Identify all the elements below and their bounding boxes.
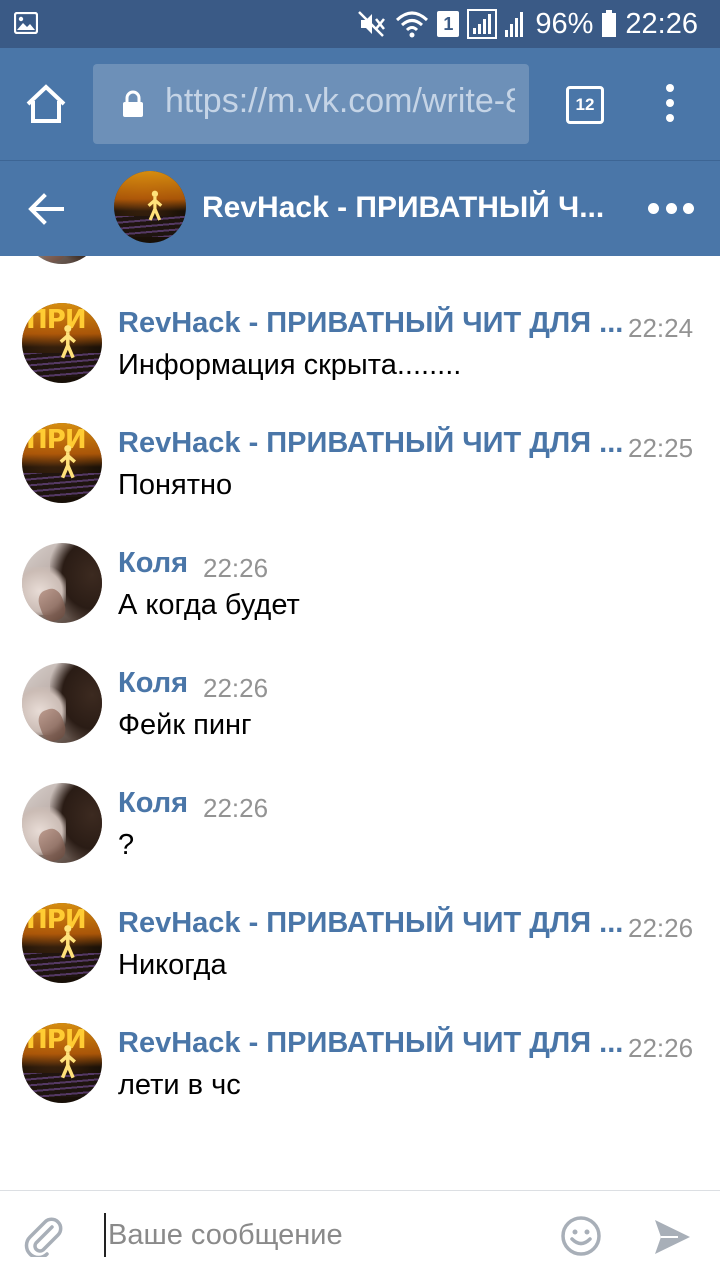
message-author[interactable]: RevHack - ПРИВАТНЫЙ ЧИТ ДЛЯ ...: [118, 427, 623, 460]
status-icons: 1 96% 22:26: [357, 0, 698, 48]
back-arrow-icon[interactable]: [26, 189, 66, 229]
message-item[interactable]: ПРИ RevHack - ПРИВАТНЫЙ ЧИТ ДЛЯ ... 22:25 П…: [0, 423, 720, 533]
sim-icon: 1: [437, 11, 460, 37]
paperclip-icon[interactable]: [22, 1215, 64, 1257]
gallery-icon: [14, 12, 38, 34]
home-icon[interactable]: [24, 82, 68, 126]
message-author[interactable]: Коля: [118, 547, 188, 580]
message-time: 22:26: [628, 1033, 694, 1063]
url-text[interactable]: https://m.vk.com/write-8: [165, 82, 515, 121]
avatar[interactable]: [22, 256, 102, 264]
message-time: 22:24: [628, 313, 694, 343]
signal-icon: [467, 9, 498, 39]
tabs-button[interactable]: 12: [566, 86, 604, 124]
message-item[interactable]: ПРИ RevHack - ПРИВАТНЫЙ ЧИТ ДЛЯ ... 22:24 И…: [0, 303, 720, 413]
emoji-icon[interactable]: [560, 1215, 602, 1257]
message-text: А когда будет: [118, 589, 300, 621]
message-text: Никогда: [118, 949, 227, 981]
battery-percent: 96%: [535, 7, 594, 40]
message-item[interactable]: ПРИ RevHack - ПРИВАТНЫЙ ЧИТ ДЛЯ ... 22:26 Н…: [0, 903, 720, 1013]
overflow-menu-icon[interactable]: [660, 84, 680, 128]
message-item[interactable]: Коля 22:26 А когда будет: [0, 543, 720, 653]
lock-icon: [123, 90, 143, 117]
message-author[interactable]: RevHack - ПРИВАТНЫЙ ЧИТ ДЛЯ ...: [118, 307, 623, 340]
message-time: 22:26: [203, 793, 269, 823]
mute-icon: [358, 11, 386, 37]
status-time: 22:26: [625, 7, 698, 40]
message-text: Информация скрыта........: [118, 349, 462, 381]
avatar[interactable]: ПРИ: [22, 1023, 102, 1103]
avatar[interactable]: [22, 543, 102, 623]
send-icon[interactable]: [652, 1217, 692, 1257]
wifi-icon: [396, 11, 429, 38]
message-text: Понятно: [118, 469, 233, 501]
message-author[interactable]: RevHack - ПРИВАТНЫЙ ЧИТ ДЛЯ ...: [118, 1027, 623, 1060]
message-list[interactable]: ПРИ RevHack - ПРИВАТНЫЙ ЧИТ ДЛЯ ... 22:24 И…: [0, 256, 720, 1190]
avatar[interactable]: ПРИ: [22, 423, 102, 503]
message-time: 22:26: [203, 553, 269, 583]
chat-header: RevHack - ПРИВАТНЫЙ Ч...: [0, 160, 720, 256]
signal-icon: [505, 12, 524, 37]
message-text: Фейк пинг: [118, 709, 252, 741]
browser-toolbar: https://m.vk.com/write-8 12: [0, 48, 720, 160]
chat-avatar[interactable]: [114, 171, 186, 243]
avatar[interactable]: [22, 663, 102, 743]
address-bar[interactable]: https://m.vk.com/write-8: [93, 64, 529, 144]
avatar[interactable]: [22, 783, 102, 863]
message-text: ?: [118, 829, 135, 861]
message-item[interactable]: Коля 22:26?: [0, 783, 720, 893]
avatar[interactable]: ПРИ: [22, 303, 102, 383]
message-time: 22:26: [628, 913, 694, 943]
message-text: лети в чс: [118, 1069, 241, 1101]
message-time: 22:26: [203, 673, 269, 703]
message-input[interactable]: [104, 1213, 534, 1257]
message-item[interactable]: Коля 22:26 Фейк пинг: [0, 663, 720, 773]
more-icon[interactable]: [648, 201, 694, 215]
chat-title[interactable]: RevHack - ПРИВАТНЫЙ Ч...: [202, 191, 604, 225]
battery-icon: [602, 10, 617, 37]
message-author[interactable]: RevHack - ПРИВАТНЫЙ ЧИТ ДЛЯ ...: [118, 907, 623, 940]
message-author[interactable]: Коля: [118, 787, 188, 820]
message-author[interactable]: Коля: [118, 667, 188, 700]
status-bar: 1 96% 22:26: [0, 0, 720, 48]
avatar[interactable]: ПРИ: [22, 903, 102, 983]
message-time: 22:25: [628, 433, 694, 463]
composer: [0, 1190, 720, 1280]
message-item[interactable]: ПРИ RevHack - ПРИВАТНЫЙ ЧИТ ДЛЯ ... 22:26 л…: [0, 1023, 720, 1133]
